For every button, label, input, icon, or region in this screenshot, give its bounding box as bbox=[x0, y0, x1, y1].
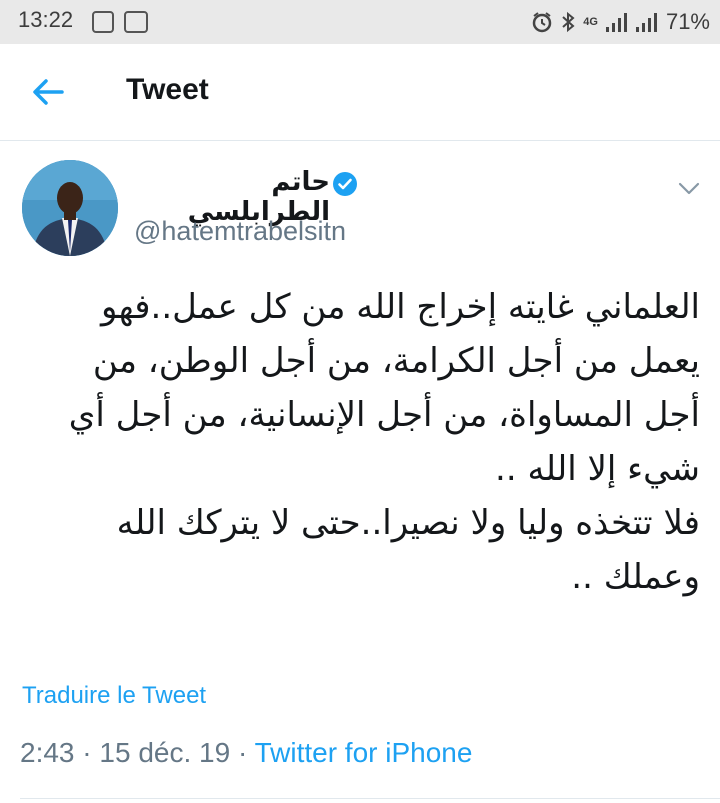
tweet-text-line: فلا تتخذه وليا ولا نصيرا..حتى لا يتركك ا… bbox=[116, 503, 700, 543]
status-icons: 4G 71% bbox=[531, 0, 710, 44]
arrow-left-icon bbox=[33, 79, 64, 105]
tweet-text-line: يعمل من أجل الكرامة، من أجل الوطن، من bbox=[92, 341, 700, 381]
chevron-down-icon[interactable] bbox=[676, 178, 702, 198]
page-title: Tweet bbox=[126, 73, 209, 106]
media-notification-icon bbox=[92, 11, 114, 33]
avatar[interactable] bbox=[22, 160, 118, 256]
status-time: 13:22 bbox=[18, 7, 74, 32]
back-button[interactable] bbox=[28, 74, 68, 110]
battery-level: 71% bbox=[665, 9, 710, 34]
tweet-text-line: أجل المساواة، من أجل الإنسانية، من أجل أ… bbox=[68, 395, 700, 435]
translate-tweet-link[interactable]: Traduire le Tweet bbox=[22, 682, 206, 710]
app-notification-icon bbox=[124, 11, 148, 33]
signal-icon bbox=[605, 12, 628, 32]
header-bar: Tweet bbox=[0, 44, 720, 141]
tweet-date: 15 déc. 19 bbox=[99, 737, 231, 768]
status-bar: 13:22 4G 71% bbox=[0, 0, 720, 44]
tweet-text-line: العلماني غايته إخراج الله من كل عمل..فهو bbox=[101, 287, 700, 327]
tweet-source-link[interactable]: Twitter for iPhone bbox=[255, 737, 473, 768]
author-handle[interactable]: @hatemtrabelsitn bbox=[134, 216, 346, 247]
network-type-label: 4G bbox=[583, 15, 598, 28]
divider bbox=[20, 798, 720, 799]
tweet-text-line: وعملك .. bbox=[571, 557, 700, 597]
tweet-text: العلماني غايته إخراج الله من كل عمل..فهو… bbox=[20, 280, 700, 604]
tweet-time: 2:43 bbox=[20, 737, 75, 768]
alarm-icon bbox=[531, 11, 553, 33]
tweet-meta: 2:43 · 15 déc. 19 · Twitter for iPhone bbox=[20, 737, 472, 769]
signal-icon bbox=[635, 12, 658, 32]
verified-badge-icon bbox=[333, 172, 357, 196]
meta-separator: · bbox=[237, 737, 248, 768]
meta-separator: · bbox=[82, 737, 92, 768]
bluetooth-icon bbox=[561, 11, 575, 33]
tweet-text-line: شيء إلا الله .. bbox=[495, 449, 700, 489]
